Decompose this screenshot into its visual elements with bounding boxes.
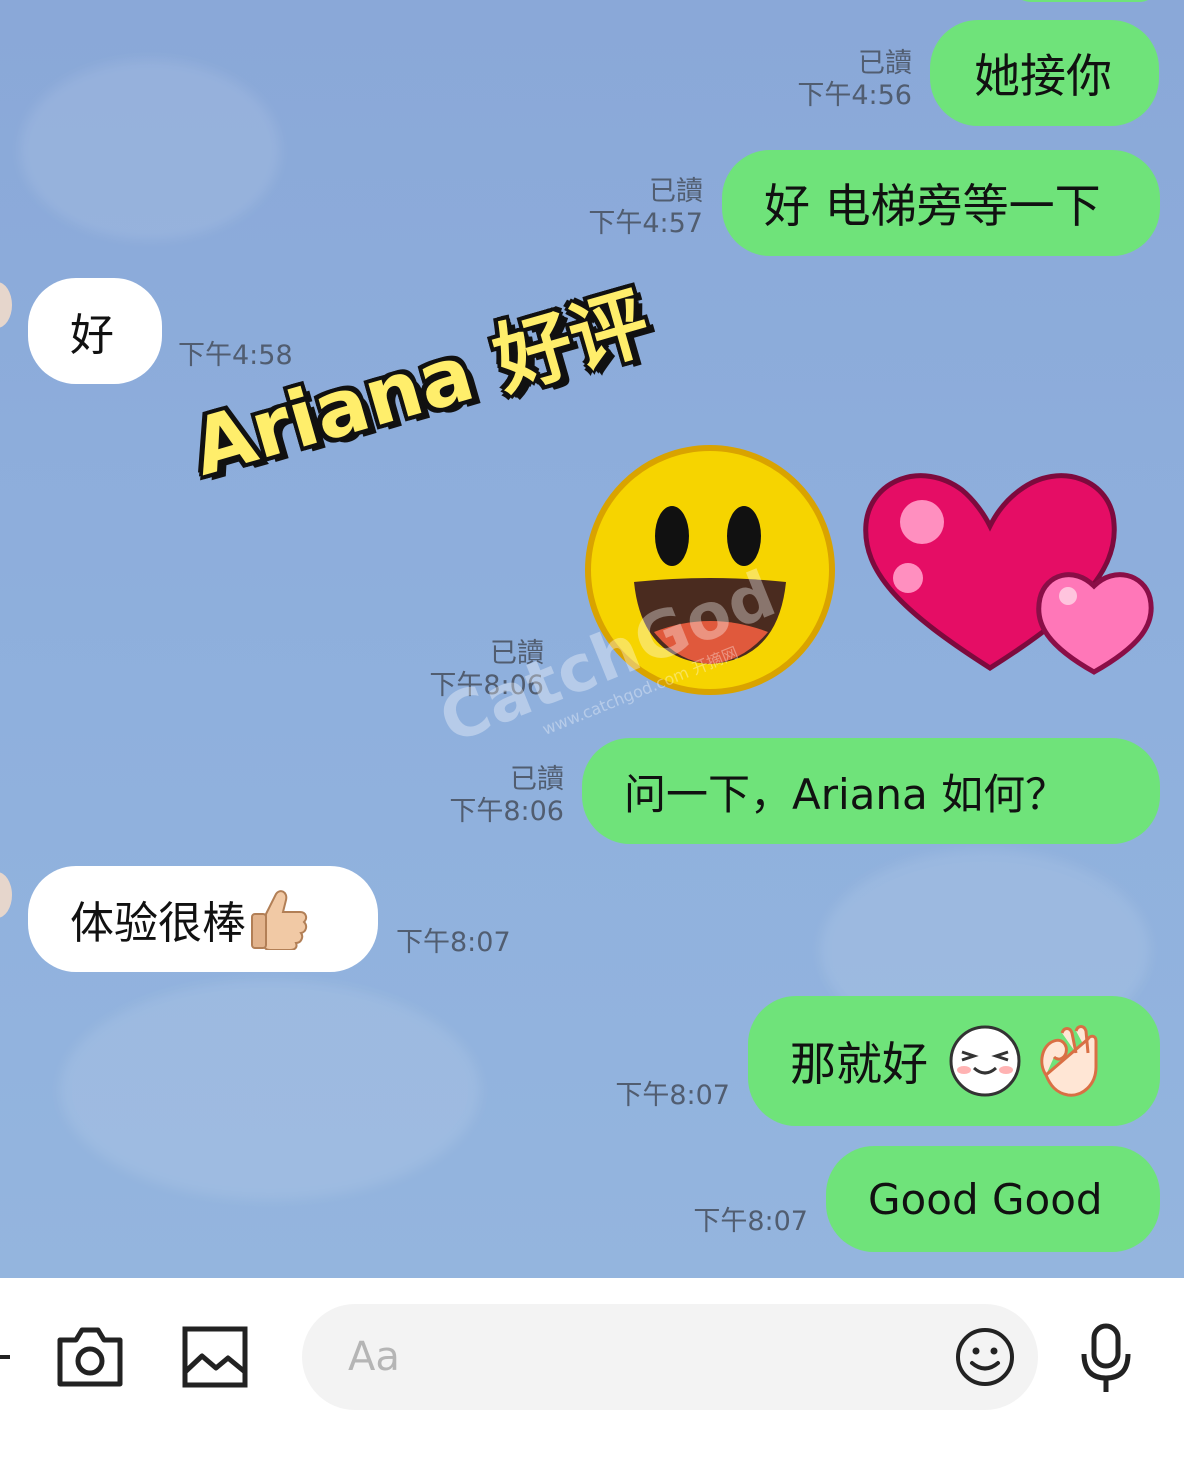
message-input-bar	[0, 1278, 1184, 1467]
message-text: Good Good	[868, 1174, 1103, 1224]
incoming-message-bubble[interactable]: 好	[28, 278, 162, 384]
avatar[interactable]	[0, 282, 12, 328]
timestamp: 下午8:07	[396, 927, 511, 958]
message-text: 好 电梯旁等一下	[764, 179, 1101, 233]
timestamp: 下午8:07	[615, 1080, 730, 1111]
message-input[interactable]	[302, 1304, 1038, 1410]
outgoing-message-bubble[interactable]: Good Good	[826, 1146, 1160, 1252]
message-text: 她接你	[974, 49, 1112, 103]
message-meta: 已讀 下午4:57	[540, 176, 703, 240]
previous-message-bubble-edge	[1010, 0, 1160, 2]
microphone-icon[interactable]	[1078, 1322, 1134, 1394]
emoji-icon[interactable]	[954, 1326, 1016, 1388]
background-cloud	[60, 980, 480, 1200]
message-text-field[interactable]	[346, 1333, 910, 1381]
chat-area[interactable]: 已讀 下午4:56 她接你 已讀 下午4:57 好 电梯旁等一下 好 下午4:5…	[0, 0, 1184, 1278]
timestamp: 下午4:56	[797, 80, 912, 111]
incoming-message-bubble[interactable]: 体验很棒	[28, 866, 378, 972]
message-meta: 已讀 下午8:06	[410, 764, 564, 828]
two-hearts-icon[interactable]	[862, 462, 1162, 678]
ok-hand-icon	[1040, 1025, 1098, 1097]
read-receipt: 已讀	[649, 176, 703, 207]
message-text: 问一下，Ariana 如何？	[624, 769, 1068, 819]
timestamp: 下午8:07	[693, 1206, 808, 1237]
read-receipt: 已讀	[510, 764, 564, 795]
timestamp: 下午4:57	[588, 208, 703, 239]
message-text: 体验很棒	[70, 898, 246, 949]
message-text: 那就好	[790, 1037, 928, 1091]
message-text: 好	[70, 310, 114, 361]
avatar[interactable]	[0, 872, 12, 918]
outgoing-message-bubble[interactable]: 那就好	[748, 996, 1160, 1126]
thumbs-up-icon	[251, 890, 308, 950]
plus-icon[interactable]	[0, 1342, 12, 1372]
camera-icon[interactable]	[56, 1324, 124, 1388]
image-icon[interactable]	[182, 1326, 248, 1388]
outgoing-message-bubble[interactable]: 好 电梯旁等一下	[722, 150, 1160, 256]
outgoing-message-bubble[interactable]: 她接你	[930, 20, 1159, 126]
timestamp: 下午8:06	[449, 796, 564, 827]
outgoing-message-bubble[interactable]: 问一下，Ariana 如何？	[582, 738, 1160, 844]
squinting-face-icon	[949, 1025, 1021, 1097]
message-meta: 已讀 下午4:56	[760, 48, 912, 112]
read-receipt: 已讀	[858, 48, 912, 79]
background-cloud	[20, 60, 280, 240]
